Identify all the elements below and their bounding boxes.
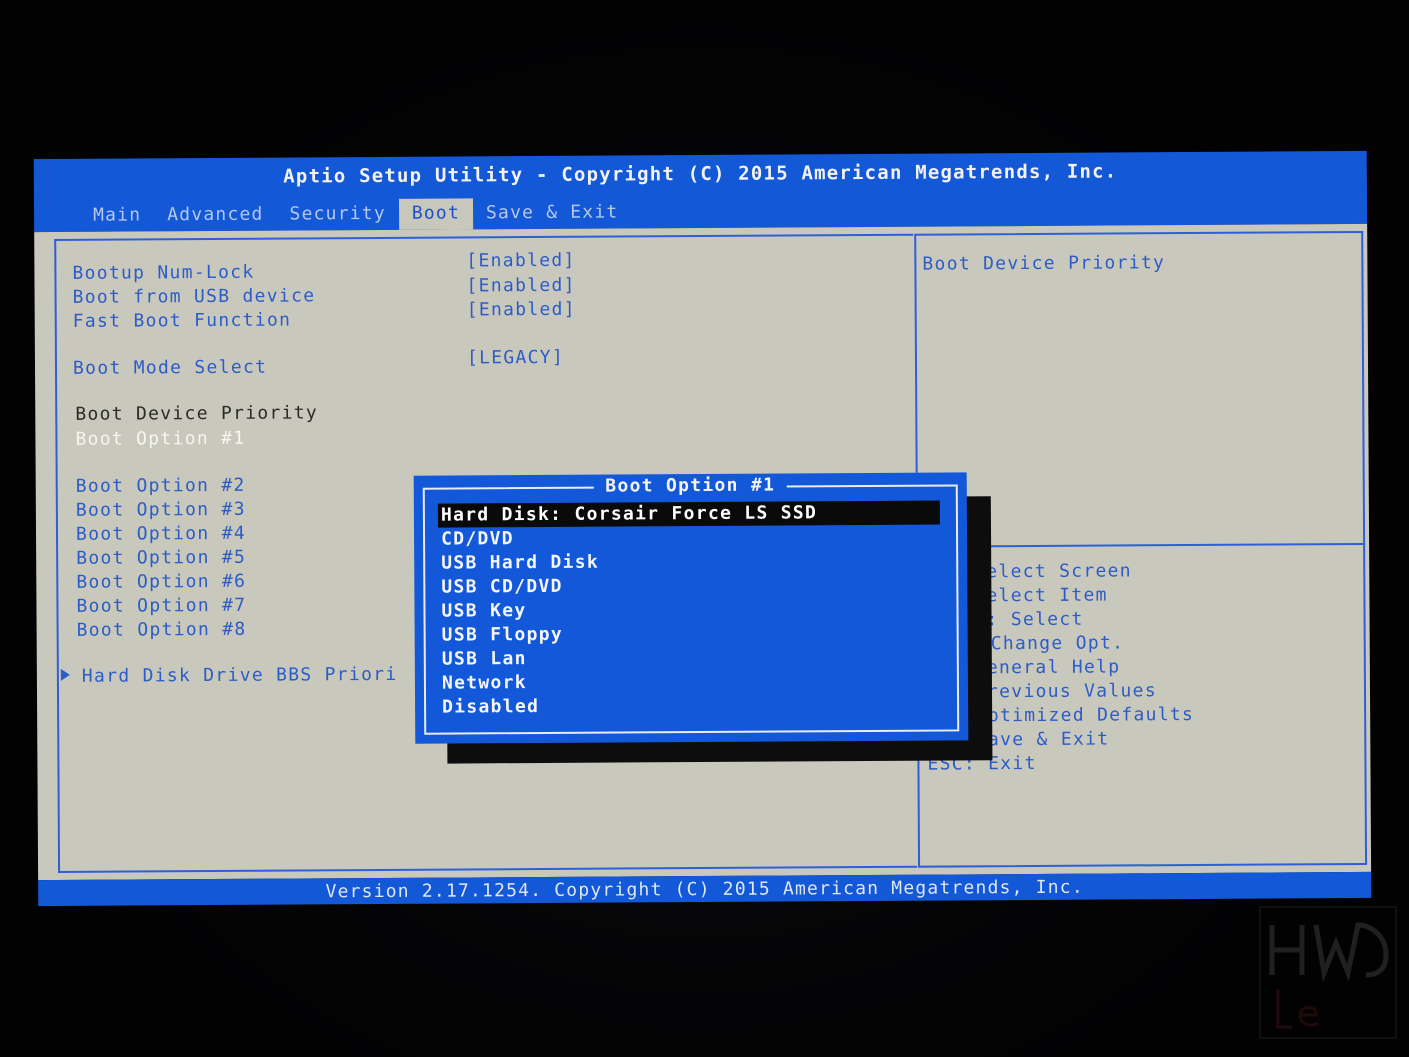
version-text: Version 2.17.1254. Copyright (C) 2015 Am… [325, 876, 1084, 903]
bios-setup-window: Aptio Setup Utility - Copyright (C) 2015… [33, 150, 1372, 907]
popup-option-cd-dvd[interactable]: CD/DVD [438, 525, 940, 552]
tab-main[interactable]: Main [80, 200, 154, 231]
setting-label-bootup-numlock[interactable]: Bootup Num-Lock [72, 262, 254, 284]
submenu-arrow-icon [60, 668, 70, 681]
popup-option-list: Hard Disk: Corsair Force LS SSD CD/DVD U… [437, 500, 941, 720]
setting-label-boot-mode[interactable]: Boot Mode Select [73, 357, 267, 379]
setting-label-usb-boot[interactable]: Boot from USB device [73, 285, 316, 307]
tab-security[interactable]: Security [276, 199, 398, 231]
menu-tabs: Main Advanced Security Boot Save & Exit [80, 197, 631, 231]
setting-value-fast-boot[interactable]: [Enabled] [467, 299, 576, 321]
boot-option-2[interactable]: Boot Option #2 [76, 475, 246, 497]
window-title: Aptio Setup Utility - Copyright (C) 2015… [283, 160, 1118, 188]
popup-option-network[interactable]: Network [439, 669, 941, 696]
tab-advanced[interactable]: Advanced [154, 200, 276, 232]
submenu-hdd-bbs-priorities[interactable]: Hard Disk Drive BBS Priori [60, 663, 398, 687]
popup-option-usb-floppy[interactable]: USB Floppy [439, 621, 941, 648]
setting-value-boot-mode[interactable]: [LEGACY] [467, 347, 564, 369]
boot-option-7[interactable]: Boot Option #7 [76, 595, 246, 617]
popup-title-bar: Boot Option #1 [414, 473, 967, 497]
boot-option-3[interactable]: Boot Option #3 [76, 499, 246, 521]
monitor-screen: Aptio Setup Utility - Copyright (C) 2015… [0, 0, 1409, 1057]
boot-option-5[interactable]: Boot Option #5 [76, 547, 246, 569]
title-bar: Aptio Setup Utility - Copyright (C) 2015… [33, 150, 1368, 233]
setting-value-usb-boot[interactable]: [Enabled] [466, 275, 575, 297]
tab-boot[interactable]: Boot [398, 198, 474, 230]
popup-option-usb-hard-disk[interactable]: USB Hard Disk [438, 549, 940, 576]
watermark-logo [1259, 906, 1397, 1039]
popup-option-hard-disk[interactable]: Hard Disk: Corsair Force LS SSD [437, 500, 940, 528]
boot-option-1[interactable]: Boot Option #1 [75, 428, 245, 450]
popup-title: Boot Option #1 [593, 474, 788, 497]
boot-option-4[interactable]: Boot Option #4 [76, 523, 246, 545]
main-panel: Bootup Num-Lock [Enabled] Boot from USB … [34, 223, 1372, 881]
boot-option-8[interactable]: Boot Option #8 [77, 619, 247, 641]
tab-save-exit[interactable]: Save & Exit [473, 197, 632, 229]
boot-option-popup: Boot Option #1 Hard Disk: Corsair Force … [413, 472, 969, 744]
help-title: Boot Device Priority [922, 252, 1166, 275]
submenu-label: Hard Disk Drive BBS Priori [81, 663, 398, 687]
popup-option-disabled[interactable]: Disabled [439, 693, 941, 720]
popup-option-usb-lan[interactable]: USB Lan [439, 645, 941, 672]
setting-label-fast-boot[interactable]: Fast Boot Function [73, 310, 292, 332]
popup-option-usb-cd-dvd[interactable]: USB CD/DVD [438, 573, 940, 600]
boot-option-6[interactable]: Boot Option #6 [76, 571, 246, 593]
setting-value-bootup-numlock[interactable]: [Enabled] [466, 250, 575, 272]
boot-priority-heading: Boot Device Priority [75, 402, 319, 425]
popup-option-usb-key[interactable]: USB Key [438, 597, 940, 624]
